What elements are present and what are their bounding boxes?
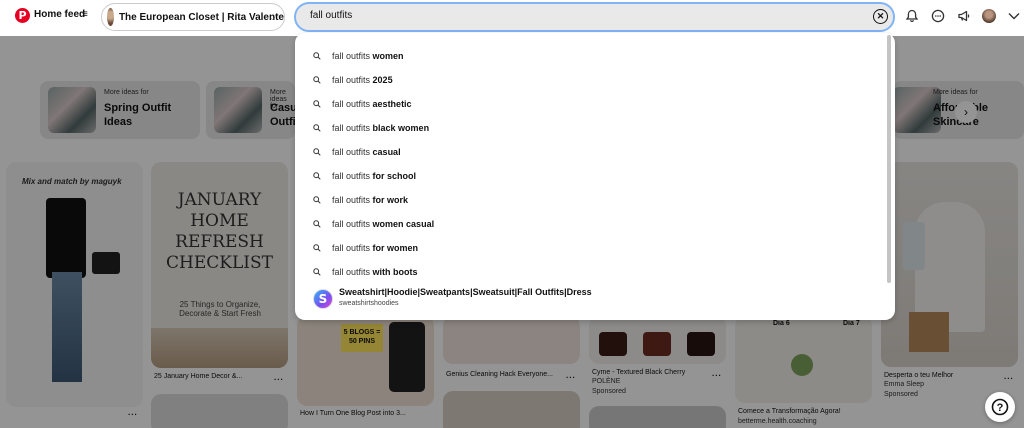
suggestion-item[interactable]: fall outfits aesthetic bbox=[313, 94, 412, 114]
suggestion-bold: casual bbox=[372, 147, 401, 157]
suggestion-prefix: fall outfits bbox=[332, 75, 371, 85]
suggestion-item[interactable]: fall outfits casual bbox=[313, 142, 401, 162]
search-icon bbox=[313, 268, 321, 276]
suggestion-prefix: fall outfits bbox=[332, 243, 371, 253]
suggestion-item[interactable]: fall outfits 2025 bbox=[313, 70, 393, 90]
suggestion-item[interactable]: fall outfits for women bbox=[313, 238, 418, 258]
account-handle: sweatshirtshoodies bbox=[339, 300, 399, 307]
search-icon bbox=[313, 52, 321, 60]
suggestion-bold: women casual bbox=[372, 219, 435, 229]
dropdown-scrollbar[interactable] bbox=[887, 35, 891, 283]
suggestion-prefix: fall outfits bbox=[332, 267, 371, 277]
search-icon bbox=[313, 100, 321, 108]
suggestion-item[interactable]: fall outfits women casual bbox=[313, 214, 434, 234]
board-avatar bbox=[107, 8, 114, 26]
pinterest-logo-icon[interactable]: P bbox=[15, 8, 30, 23]
suggestion-prefix: fall outfits bbox=[332, 51, 371, 61]
board-selector[interactable]: The European Closet | Rita Valente ⌵ bbox=[101, 3, 285, 31]
home-feed-label[interactable]: Home feed bbox=[34, 9, 85, 20]
search-icon bbox=[313, 172, 321, 180]
profile-avatar[interactable] bbox=[982, 9, 996, 23]
search-bar[interactable]: ✕ bbox=[294, 2, 895, 32]
account-logo-icon: S bbox=[313, 289, 333, 309]
suggestion-bold: 2025 bbox=[372, 75, 393, 85]
suggestion-bold: aesthetic bbox=[372, 99, 412, 109]
suggestion-prefix: fall outfits bbox=[332, 99, 371, 109]
suggestion-bold: for work bbox=[372, 195, 409, 205]
search-icon bbox=[313, 196, 321, 204]
messages-icon[interactable] bbox=[930, 8, 946, 24]
suggestion-item[interactable]: fall outfits women bbox=[313, 46, 404, 66]
board-title: The European Closet | Rita Valente bbox=[118, 11, 284, 23]
suggestion-bold: black women bbox=[372, 123, 430, 133]
suggestion-item[interactable]: fall outfits black women bbox=[313, 118, 429, 138]
search-suggestions-dropdown: fall outfits women fall outfits 2025 fal… bbox=[295, 33, 895, 320]
suggestion-bold: women bbox=[372, 51, 404, 61]
search-icon bbox=[313, 244, 321, 252]
suggestion-bold: for school bbox=[372, 171, 417, 181]
search-icon bbox=[313, 76, 321, 84]
top-header: P Home feed ≡ The European Closet | Rita… bbox=[0, 0, 1024, 36]
updates-megaphone-icon[interactable] bbox=[956, 8, 972, 24]
search-icon bbox=[313, 148, 321, 156]
suggestion-item[interactable]: fall outfits for school bbox=[313, 166, 416, 186]
search-input[interactable] bbox=[310, 10, 830, 21]
suggestion-item[interactable]: fall outfits for work bbox=[313, 190, 408, 210]
account-chevron-down-icon[interactable] bbox=[1006, 8, 1022, 24]
suggestion-prefix: fall outfits bbox=[332, 219, 371, 229]
help-question-icon: ? bbox=[991, 398, 1009, 416]
help-button[interactable]: ? bbox=[985, 392, 1015, 422]
clear-search-button[interactable]: ✕ bbox=[873, 9, 888, 24]
suggestion-prefix: fall outfits bbox=[332, 195, 371, 205]
chevron-down-icon: ⌵ bbox=[269, 12, 276, 22]
suggestion-prefix: fall outfits bbox=[332, 147, 371, 157]
account-name: Sweatshirt|Hoodie|Sweatpants|Sweatsuit|F… bbox=[339, 287, 592, 297]
search-icon bbox=[313, 220, 321, 228]
suggestion-item[interactable]: fall outfits with boots bbox=[313, 262, 418, 282]
suggestion-bold: with boots bbox=[372, 267, 418, 277]
account-suggestion[interactable]: S Sweatshirt|Hoodie|Sweatpants|Sweatsuit… bbox=[313, 287, 592, 311]
svg-text:?: ? bbox=[997, 402, 1004, 414]
notifications-bell-icon[interactable] bbox=[904, 8, 920, 24]
suggestion-prefix: fall outfits bbox=[332, 123, 371, 133]
menu-icon[interactable]: ≡ bbox=[82, 9, 88, 20]
suggestion-prefix: fall outfits bbox=[332, 171, 371, 181]
suggestion-bold: for women bbox=[372, 243, 419, 253]
search-icon bbox=[313, 124, 321, 132]
